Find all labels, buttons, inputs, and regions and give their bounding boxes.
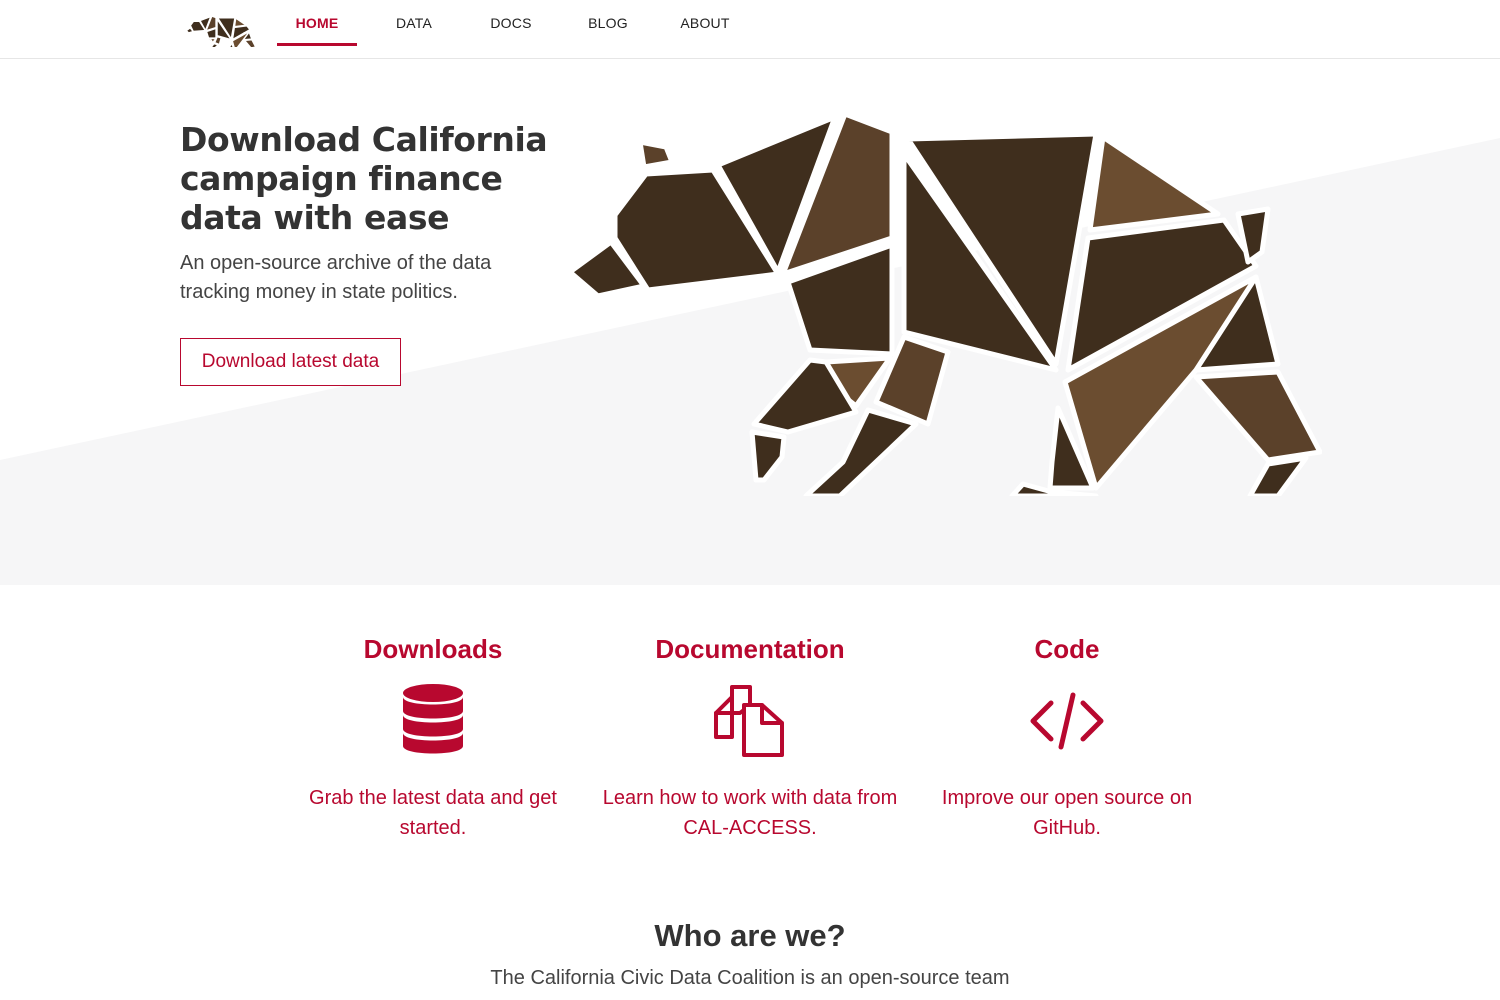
feature-documentation-description: Learn how to work with data from CAL-ACC… — [602, 787, 898, 839]
database-icon — [403, 684, 463, 754]
feature-code[interactable]: Code Improve our open source on GitHub. — [917, 633, 1217, 843]
feature-documentation[interactable]: Documentation Learn how to work with dat… — [600, 633, 900, 843]
nav-docs[interactable]: DOCS — [471, 0, 551, 46]
about-title: Who are we? — [654, 918, 846, 953]
top-navigation: HOME DATA DOCS BLOG ABOUT — [0, 0, 1500, 59]
hero-title: Download California campaign finance dat… — [180, 120, 548, 237]
bear-rear-paw — [1247, 455, 1309, 496]
feature-downloads[interactable]: Downloads Grab the latest data and get s… — [283, 633, 583, 843]
hero-subtitle: An open-source archive of the data track… — [180, 252, 492, 303]
bear-logo-icon[interactable] — [186, 9, 256, 47]
nav-data[interactable]: DATA — [374, 0, 454, 46]
bear-rear-lower-leg — [1193, 369, 1322, 463]
documents-icon — [714, 685, 784, 757]
feature-documentation-title: Documentation — [655, 634, 845, 664]
feature-code-description: Improve our open source on GitHub. — [941, 787, 1193, 839]
bear-front-paw — [749, 429, 787, 483]
nav-blog[interactable]: BLOG — [568, 0, 648, 46]
feature-downloads-description: Grab the latest data and get started. — [309, 787, 557, 839]
about-text: The California Civic Data Coalition is a… — [490, 967, 1010, 989]
bear-illustration — [568, 112, 1322, 496]
code-icon — [1030, 692, 1104, 750]
bear-hump — [1087, 134, 1221, 233]
hero-section: Download California campaign finance dat… — [0, 60, 1500, 585]
nav-about[interactable]: ABOUT — [665, 0, 745, 46]
nav-home[interactable]: HOME — [277, 0, 357, 46]
bear-ear — [637, 139, 675, 170]
feature-code-title: Code — [1034, 634, 1100, 664]
download-latest-data-button[interactable]: Download latest data — [180, 338, 401, 386]
feature-downloads-title: Downloads — [363, 634, 503, 664]
